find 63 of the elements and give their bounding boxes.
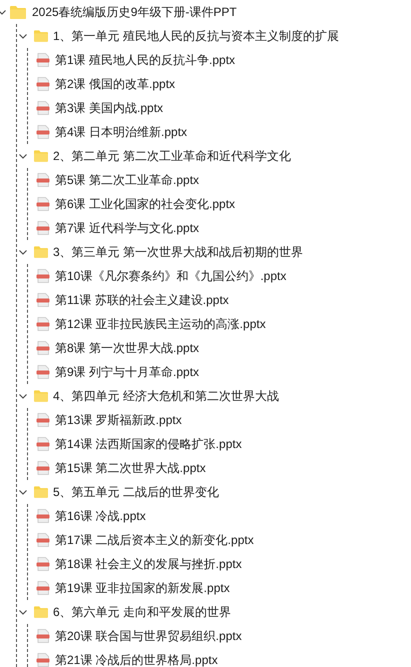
- document-icon: [36, 629, 50, 643]
- caret-icon[interactable]: [19, 154, 27, 158]
- document-icon: [36, 293, 50, 307]
- folder-name[interactable]: 5、第五单元 二战后的世界变化: [53, 484, 220, 500]
- file-name[interactable]: 第7课 近代科学与文化.pptx: [55, 220, 200, 236]
- file-name[interactable]: 第4课 日本明治维新.pptx: [55, 124, 188, 140]
- file-name[interactable]: 第20课 联合国与世界贸易组织.pptx: [55, 628, 242, 644]
- folder-icon: [34, 246, 48, 258]
- document-icon: [36, 197, 50, 211]
- document-icon: [36, 533, 50, 547]
- file-name[interactable]: 第10课《凡尔赛条约》和《九国公约》.pptx: [55, 268, 286, 284]
- caret-icon[interactable]: [19, 394, 27, 398]
- file-name[interactable]: 第18课 社会主义的发展与挫折.pptx: [55, 556, 242, 572]
- folder-icon: [34, 486, 48, 498]
- file-name[interactable]: 第11课 苏联的社会主义建设.pptx: [55, 292, 229, 308]
- caret-icon[interactable]: [19, 250, 27, 254]
- folder-name[interactable]: 3、第三单元 第一次世界大战和战后初期的世界: [53, 244, 304, 260]
- file-name[interactable]: 第17课 二战后资本主义的新变化.pptx: [55, 532, 254, 548]
- document-icon: [36, 413, 50, 427]
- file-name[interactable]: 第15课 第二次世界大战.pptx: [55, 460, 206, 476]
- document-icon: [36, 461, 50, 475]
- file-name[interactable]: 第5课 第二次工业革命.pptx: [55, 172, 200, 188]
- folder-name[interactable]: 4、第四单元 经济大危机和第二次世界大战: [53, 388, 280, 404]
- folder-name[interactable]: 2、第二单元 第二次工业革命和近代科学文化: [53, 148, 292, 164]
- file-name[interactable]: 第3课 美国内战.pptx: [55, 100, 164, 116]
- file-name[interactable]: 第12课 亚非拉民族民主运动的高涨.pptx: [55, 316, 266, 332]
- document-icon: [36, 125, 50, 139]
- document-icon: [36, 173, 50, 187]
- document-icon: [36, 101, 50, 115]
- file-name[interactable]: 第14课 法西斯国家的侵略扩张.pptx: [55, 436, 242, 452]
- folder-icon: [10, 6, 26, 18]
- folder-icon: [34, 606, 48, 618]
- caret-icon[interactable]: [19, 34, 27, 38]
- document-icon: [36, 221, 50, 235]
- folder-name[interactable]: 2025春统编版历史9年级下册-课件PPT: [32, 4, 237, 20]
- document-icon: [36, 653, 50, 667]
- folder-icon: [34, 390, 48, 402]
- document-icon: [36, 341, 50, 355]
- document-icon: [36, 269, 50, 283]
- file-name[interactable]: 第16课 冷战.pptx: [55, 508, 146, 524]
- folder-icon: [34, 30, 48, 42]
- document-icon: [36, 317, 50, 331]
- document-icon: [36, 581, 50, 595]
- document-icon: [36, 365, 50, 379]
- file-name[interactable]: 第8课 第一次世界大战.pptx: [55, 340, 200, 356]
- document-icon: [36, 437, 50, 451]
- file-name[interactable]: 第19课 亚非拉国家的新发展.pptx: [55, 580, 230, 596]
- file-name[interactable]: 第6课 工业化国家的社会变化.pptx: [55, 196, 236, 212]
- file-name[interactable]: 第1课 殖民地人民的反抗斗争.pptx: [55, 52, 236, 68]
- folder-name[interactable]: 1、第一单元 殖民地人民的反抗与资本主义制度的扩展: [53, 28, 340, 44]
- file-name[interactable]: 第13课 罗斯福新政.pptx: [55, 412, 182, 428]
- document-icon: [36, 53, 50, 67]
- file-name[interactable]: 第2课 俄国的改革.pptx: [55, 76, 176, 92]
- caret-icon[interactable]: [19, 490, 27, 494]
- document-icon: [36, 77, 50, 91]
- file-name[interactable]: 第21课 冷战后的世界格局.pptx: [55, 652, 218, 667]
- caret-icon[interactable]: [19, 610, 27, 614]
- folder-name[interactable]: 6、第六单元 走向和平发展的世界: [53, 604, 232, 620]
- file-name[interactable]: 第9课 列宁与十月革命.pptx: [55, 364, 200, 380]
- document-icon: [36, 557, 50, 571]
- caret-icon[interactable]: [0, 10, 6, 14]
- folder-icon: [34, 150, 48, 162]
- document-icon: [36, 509, 50, 523]
